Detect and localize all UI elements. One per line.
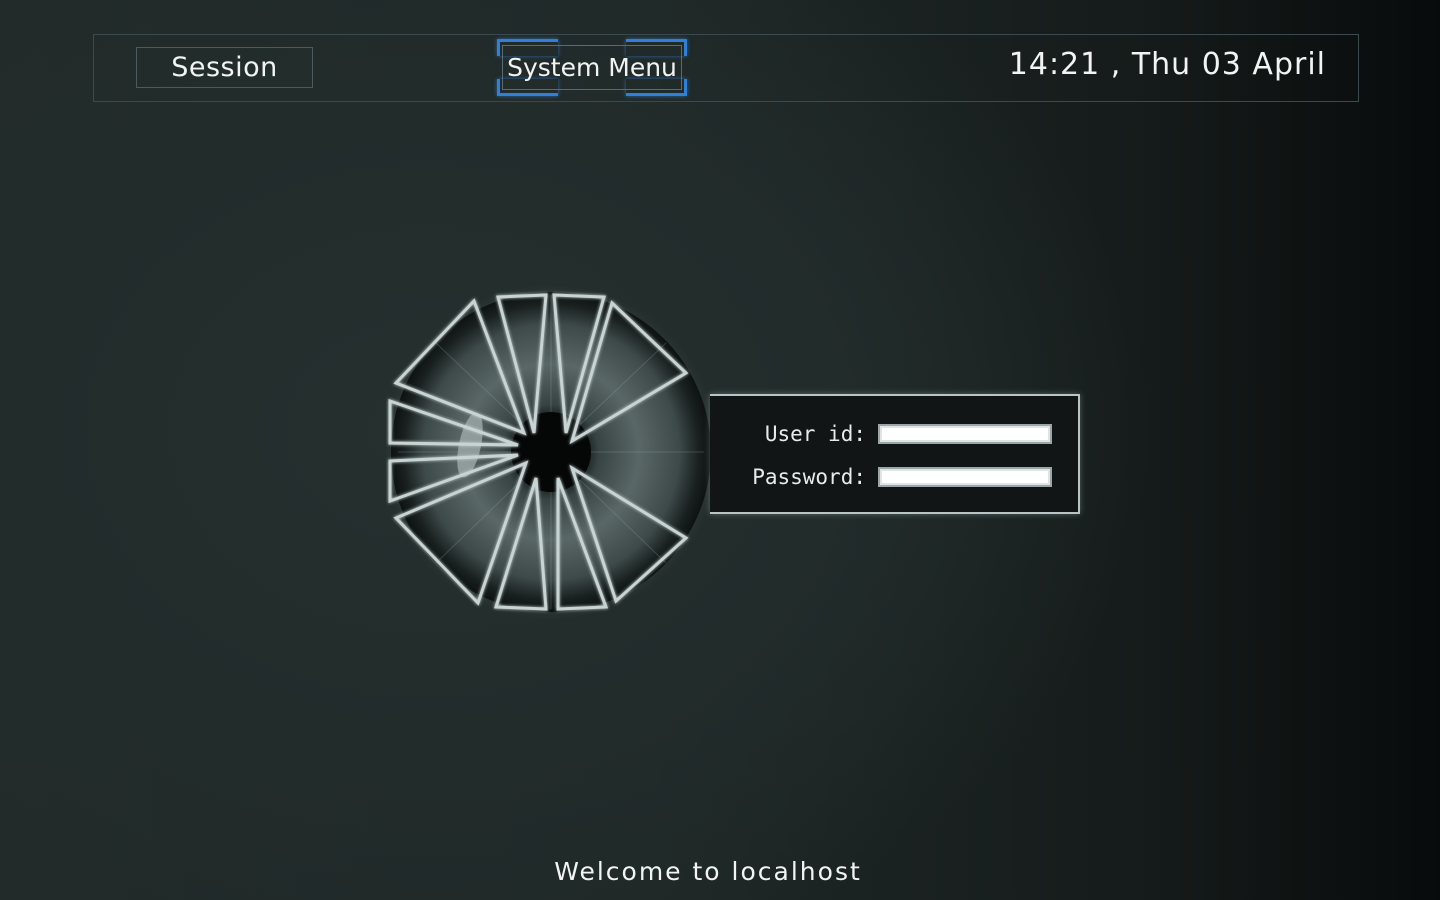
user-id-row: User id: bbox=[765, 422, 1052, 446]
password-row: Password: bbox=[752, 465, 1052, 489]
login-screen: { "topbar": { "session_label": "Session"… bbox=[0, 0, 1440, 900]
password-input[interactable] bbox=[878, 467, 1052, 487]
user-id-input[interactable] bbox=[878, 424, 1052, 444]
system-menu-label: System Menu bbox=[507, 53, 677, 82]
pupil bbox=[511, 412, 591, 492]
iris-eye-logo bbox=[386, 284, 719, 620]
login-panel: User id: Password: bbox=[710, 394, 1080, 514]
session-button-label: Session bbox=[171, 52, 278, 83]
system-menu-button[interactable]: System Menu bbox=[497, 39, 687, 96]
session-button[interactable]: Session bbox=[136, 47, 313, 88]
user-id-label: User id: bbox=[764, 422, 866, 446]
password-label: Password: bbox=[752, 465, 866, 489]
top-bar: Session System Menu 14:21 , Thu 03 April bbox=[93, 34, 1359, 102]
clock: 14:21 , Thu 03 April bbox=[1008, 47, 1326, 82]
welcome-message: Welcome to localhost bbox=[554, 857, 862, 886]
